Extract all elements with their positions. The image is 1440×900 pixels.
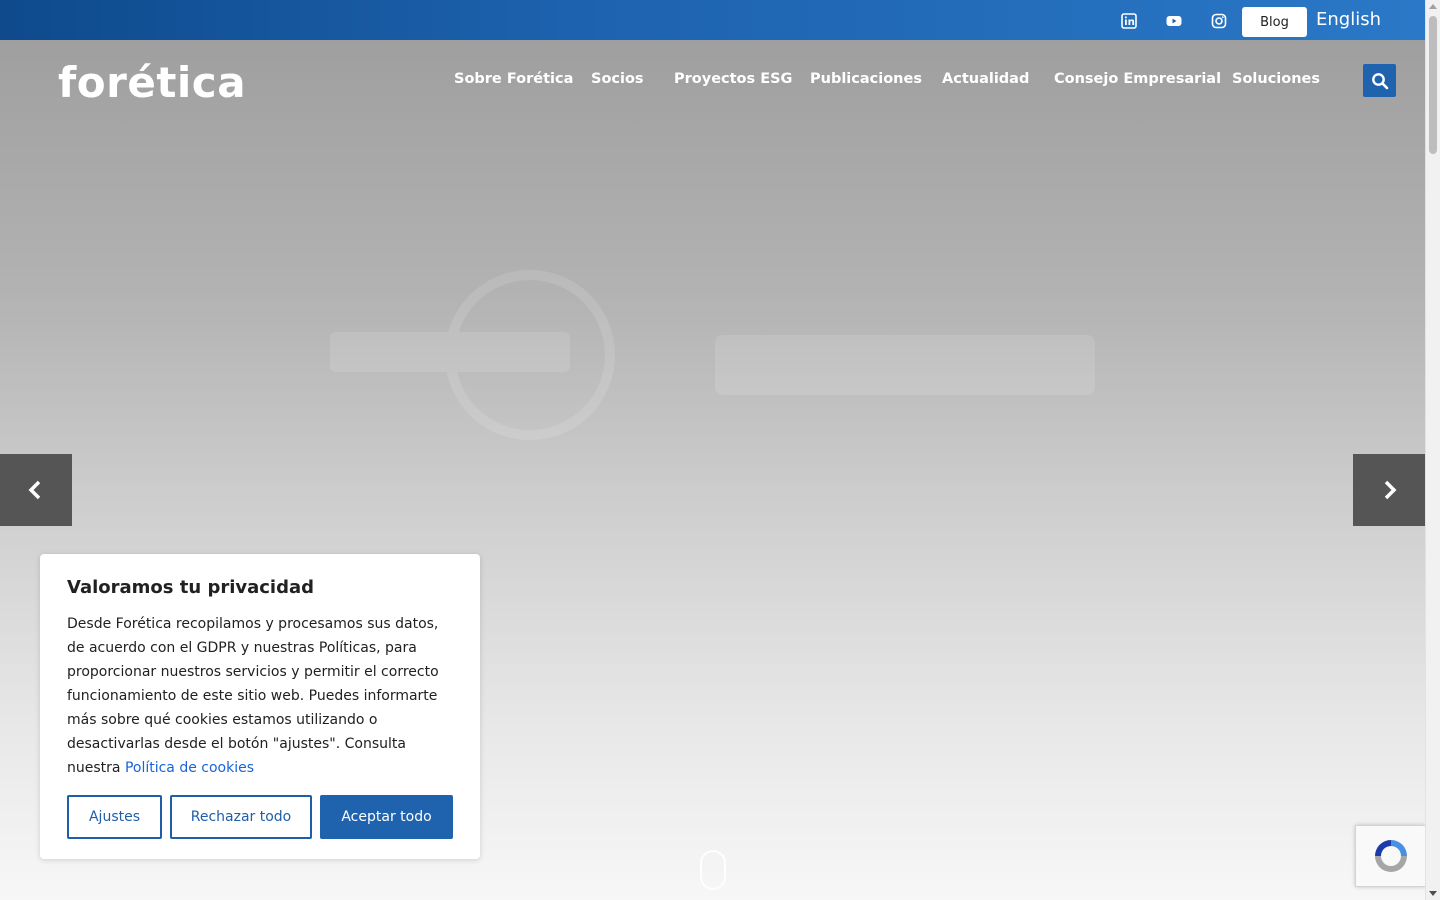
scroll-down-arrow-icon[interactable] — [1429, 891, 1437, 896]
cookie-banner-body: Desde Forética recopilamos y procesamos … — [67, 616, 439, 776]
nav-item-proyectos-esg[interactable]: Proyectos ESG — [674, 71, 792, 87]
site-logo[interactable]: forética — [58, 58, 246, 107]
slider-next-button[interactable] — [1353, 454, 1425, 526]
cookie-banner-text: Desde Forética recopilamos y procesamos … — [67, 612, 453, 780]
scrollbar-thumb[interactable] — [1429, 16, 1437, 154]
cookie-reject-all-button[interactable]: Rechazar todo — [170, 795, 312, 839]
recaptcha-badge[interactable] — [1355, 825, 1425, 887]
youtube-icon[interactable] — [1165, 12, 1183, 30]
language-switch-link[interactable]: English — [1316, 9, 1381, 30]
instagram-icon[interactable] — [1210, 12, 1228, 30]
cookie-banner-title: Valoramos tu privacidad — [67, 577, 315, 598]
cookie-accept-all-button[interactable]: Aceptar todo — [320, 795, 453, 839]
scroll-up-arrow-icon[interactable] — [1429, 4, 1437, 9]
search-button[interactable] — [1363, 64, 1396, 97]
chevron-right-icon — [1384, 480, 1397, 500]
cookie-policy-link[interactable]: Política de cookies — [125, 760, 254, 776]
cookie-consent-banner: Valoramos tu privacidad Desde Forética r… — [40, 554, 480, 859]
nav-item-actualidad[interactable]: Actualidad — [942, 71, 1029, 87]
nav-item-publicaciones[interactable]: Publicaciones — [810, 71, 922, 87]
slider-prev-button[interactable] — [0, 454, 72, 526]
blog-button[interactable]: Blog — [1242, 7, 1307, 37]
linkedin-icon[interactable] — [1120, 12, 1138, 30]
nav-item-sobre-foretica[interactable]: Sobre Forética — [454, 71, 573, 87]
search-icon — [1371, 72, 1388, 89]
scroll-down-mouse-icon[interactable] — [700, 850, 726, 890]
nav-item-consejo-empresarial[interactable]: Consejo Empresarial — [1054, 71, 1221, 87]
top-bar: Blog English — [0, 0, 1425, 40]
page-scrollbar[interactable] — [1425, 0, 1440, 900]
slide-watermark-logo-right — [715, 325, 1095, 409]
slide-watermark-logo-left — [330, 270, 630, 444]
recaptcha-icon — [1374, 840, 1407, 872]
cookie-settings-button[interactable]: Ajustes — [67, 795, 162, 839]
chevron-left-icon — [28, 480, 41, 500]
nav-item-socios[interactable]: Socios — [591, 71, 644, 87]
nav-item-soluciones[interactable]: Soluciones — [1232, 71, 1320, 87]
